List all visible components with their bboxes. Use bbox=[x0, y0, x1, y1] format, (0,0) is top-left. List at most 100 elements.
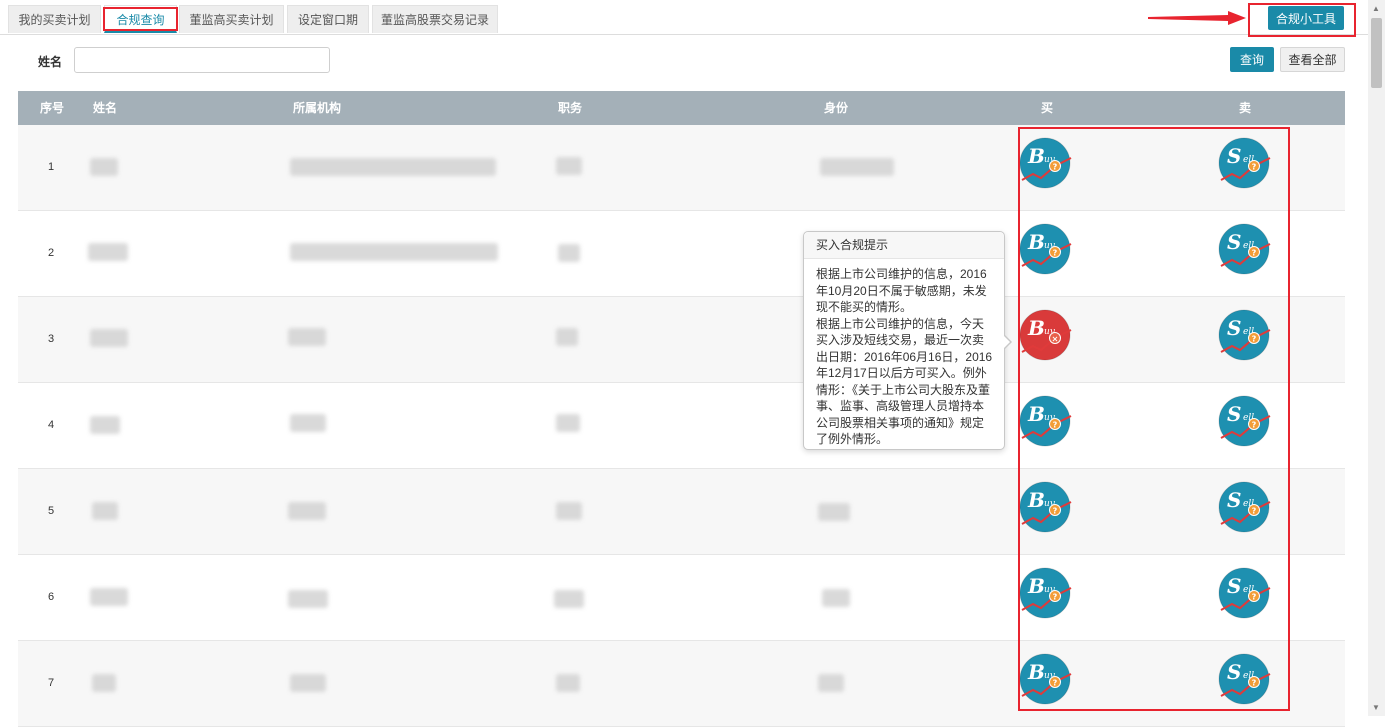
svg-text:?: ? bbox=[1252, 163, 1257, 172]
scrollbar-thumb[interactable] bbox=[1371, 18, 1382, 88]
sell-icon[interactable]: S ell ? bbox=[1218, 394, 1274, 450]
buy-icon[interactable]: B uy ? bbox=[1019, 566, 1075, 622]
svg-text:B: B bbox=[1027, 488, 1045, 512]
svg-text:B: B bbox=[1027, 144, 1045, 168]
show-all-button[interactable]: 查看全部 bbox=[1280, 47, 1345, 72]
row-index: 6 bbox=[48, 591, 55, 603]
buy-icon[interactable]: B uy ? bbox=[1019, 222, 1075, 278]
query-button[interactable]: 查询 bbox=[1230, 47, 1274, 72]
compliance-tools-button[interactable]: 合规小工具 bbox=[1268, 6, 1344, 30]
sell-icon[interactable]: S ell ? bbox=[1218, 566, 1274, 622]
table-header: 序号 姓名 所属机构 职务 身份 买 卖 bbox=[18, 91, 1345, 125]
svg-text:?: ? bbox=[1252, 421, 1257, 430]
redacted-position bbox=[554, 590, 584, 608]
sell-icon[interactable]: S ell ? bbox=[1218, 136, 1274, 192]
buy-icon[interactable]: B uy ? bbox=[1019, 480, 1075, 536]
scroll-up-arrow-icon[interactable]: ▲ bbox=[1372, 4, 1380, 13]
buy-icon[interactable]: B uy ? bbox=[1019, 394, 1075, 450]
svg-text:B: B bbox=[1027, 230, 1045, 254]
tab-executive-trade-plan[interactable]: 董监高买卖计划 bbox=[179, 5, 284, 33]
svg-text:?: ? bbox=[1252, 593, 1257, 602]
redacted-position bbox=[556, 414, 580, 432]
svg-text:?: ? bbox=[1053, 249, 1058, 258]
redacted-identity bbox=[822, 589, 850, 607]
table-row: 1 B uy ? S ell ? bbox=[18, 125, 1345, 211]
buy-icon[interactable]: B uy ? bbox=[1019, 136, 1075, 192]
header-index: 序号 bbox=[40, 101, 65, 115]
tooltip-pointer-inner bbox=[1003, 335, 1010, 349]
scrollbar-track[interactable] bbox=[1368, 0, 1385, 716]
redacted-position bbox=[556, 502, 582, 520]
redacted-org bbox=[290, 674, 326, 692]
tooltip-body: 根据上市公司维护的信息，2016年10月20日不属于敏感期，未发现不能买的情形。… bbox=[804, 259, 1004, 448]
table-row: 7 B uy ? S ell ? bbox=[18, 641, 1345, 727]
sell-icon[interactable]: S ell ? bbox=[1218, 308, 1274, 364]
svg-text:S: S bbox=[1227, 402, 1241, 426]
redacted-name bbox=[90, 158, 118, 176]
svg-text:?: ? bbox=[1053, 507, 1058, 516]
table-row: 6 B uy ? S ell ? bbox=[18, 555, 1345, 641]
redacted-name bbox=[92, 674, 116, 692]
svg-text:B: B bbox=[1027, 402, 1045, 426]
redacted-identity bbox=[820, 158, 894, 176]
redacted-name bbox=[92, 502, 118, 520]
annotation-arrow-icon bbox=[1148, 11, 1246, 25]
svg-text:?: ? bbox=[1053, 593, 1058, 602]
svg-text:?: ? bbox=[1252, 335, 1257, 344]
row-index: 1 bbox=[48, 161, 55, 173]
redacted-org bbox=[288, 590, 328, 608]
svg-text:?: ? bbox=[1252, 507, 1257, 516]
redacted-org bbox=[290, 414, 326, 432]
redacted-org bbox=[290, 243, 498, 261]
svg-text:?: ? bbox=[1053, 421, 1058, 430]
svg-text:B: B bbox=[1027, 660, 1045, 684]
table-row: 5 B uy ? S ell ? bbox=[18, 469, 1345, 555]
table-row: 3 B uy × S ell ? bbox=[18, 297, 1345, 383]
svg-text:?: ? bbox=[1252, 249, 1257, 258]
row-index: 5 bbox=[48, 505, 55, 517]
redacted-position bbox=[558, 244, 580, 262]
header-org: 所属机构 bbox=[293, 101, 342, 115]
svg-text:S: S bbox=[1227, 488, 1241, 512]
buy-forbidden-icon[interactable]: B uy × bbox=[1019, 308, 1075, 364]
redacted-org bbox=[288, 328, 326, 346]
redacted-identity bbox=[818, 674, 844, 692]
svg-text:S: S bbox=[1227, 230, 1241, 254]
row-index: 2 bbox=[48, 247, 55, 259]
svg-text:S: S bbox=[1227, 144, 1241, 168]
svg-text:B: B bbox=[1027, 316, 1045, 340]
svg-text:?: ? bbox=[1053, 163, 1058, 172]
table-row: 4 B uy ? S ell ? bbox=[18, 383, 1345, 469]
row-index: 3 bbox=[48, 333, 55, 345]
header-name: 姓名 bbox=[93, 101, 118, 115]
scroll-down-arrow-icon[interactable]: ▼ bbox=[1372, 703, 1380, 712]
redacted-name bbox=[90, 416, 120, 434]
redacted-org bbox=[290, 158, 496, 176]
redacted-name bbox=[88, 243, 128, 261]
row-index: 7 bbox=[48, 677, 55, 689]
redacted-name bbox=[90, 588, 128, 606]
tab-set-window-period[interactable]: 设定窗口期 bbox=[287, 5, 369, 33]
svg-text:S: S bbox=[1227, 660, 1241, 684]
redacted-position bbox=[556, 328, 578, 346]
header-position: 职务 bbox=[558, 101, 583, 115]
name-search-input[interactable] bbox=[74, 47, 330, 73]
compliance-table: 序号 姓名 所属机构 职务 身份 买 卖 1 B uy ? S ell ? 2 … bbox=[18, 91, 1345, 727]
svg-text:B: B bbox=[1027, 574, 1045, 598]
tooltip-title: 买入合规提示 bbox=[804, 232, 1004, 259]
header-identity: 身份 bbox=[824, 101, 849, 115]
sell-icon[interactable]: S ell ? bbox=[1218, 222, 1274, 278]
header-buy: 买 bbox=[1041, 101, 1054, 115]
tab-my-trade-plan[interactable]: 我的买卖计划 bbox=[8, 5, 101, 33]
tab-compliance-query[interactable]: 合规查询 bbox=[104, 5, 177, 33]
svg-text:?: ? bbox=[1053, 679, 1058, 688]
redacted-position bbox=[556, 674, 580, 692]
tab-executive-stock-records[interactable]: 董监高股票交易记录 bbox=[372, 5, 498, 33]
redacted-position bbox=[556, 157, 582, 175]
table-row: 2 B uy ? S ell ? bbox=[18, 211, 1345, 297]
sell-icon[interactable]: S ell ? bbox=[1218, 652, 1274, 708]
svg-text:S: S bbox=[1227, 574, 1241, 598]
redacted-org bbox=[288, 502, 326, 520]
buy-icon[interactable]: B uy ? bbox=[1019, 652, 1075, 708]
sell-icon[interactable]: S ell ? bbox=[1218, 480, 1274, 536]
